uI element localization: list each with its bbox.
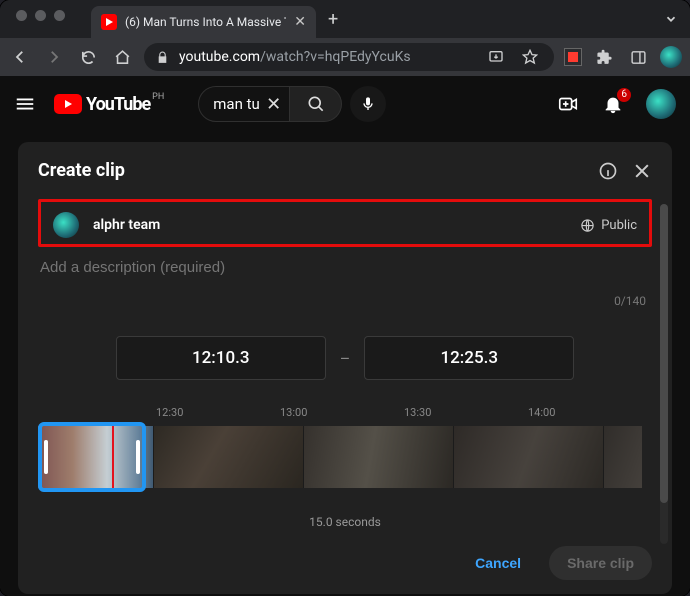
tab-title: (6) Man Turns Into A Massive T — [125, 15, 286, 29]
clip-duration: 15.0 seconds — [38, 515, 652, 529]
search-button[interactable] — [290, 86, 342, 122]
extensions-puzzle-icon[interactable] — [592, 45, 616, 69]
tab-strip: (6) Man Turns Into A Massive T ✕ + — [0, 0, 690, 38]
search-input-value: man tu — [213, 95, 260, 113]
create-clip-panel: Create clip alphr team Public 0/140 — [18, 142, 672, 594]
page-content: YouTube PH man tu ✕ — [0, 76, 690, 596]
clear-search-icon[interactable]: ✕ — [266, 94, 281, 115]
close-tab-icon[interactable]: ✕ — [294, 14, 306, 30]
new-tab-button[interactable]: + — [316, 9, 350, 30]
youtube-logo[interactable]: YouTube PH — [54, 94, 150, 115]
info-icon[interactable] — [598, 161, 618, 181]
scroll-thumb[interactable] — [660, 204, 668, 503]
selection-handle-left[interactable] — [44, 440, 48, 474]
search-container: man tu ✕ — [198, 86, 386, 122]
install-app-icon[interactable] — [484, 45, 508, 69]
masthead-right: 6 — [556, 89, 676, 119]
panel-header: Create clip — [38, 160, 652, 181]
reload-button[interactable] — [76, 45, 100, 69]
extension-adblock-icon[interactable] — [564, 48, 582, 66]
share-clip-button[interactable]: Share clip — [549, 546, 652, 580]
maximize-window-dot[interactable] — [54, 10, 65, 21]
tick-label: 13:30 — [404, 406, 528, 419]
browser-window: (6) Man Turns Into A Massive T ✕ + youtu… — [0, 0, 690, 596]
youtube-play-icon — [54, 94, 82, 114]
visibility-selector[interactable]: Public — [580, 218, 637, 233]
window-controls — [8, 0, 75, 27]
owner-name: alphr team — [93, 217, 160, 233]
char-counter: 0/140 — [38, 294, 652, 308]
browser-toolbar: youtube.com/watch?v=hqPEdyYcuKs — [0, 38, 690, 76]
time-range: 12:10.3 – 12:25.3 — [38, 336, 652, 380]
address-bar[interactable]: youtube.com/watch?v=hqPEdyYcuKs — [144, 43, 554, 71]
start-time-input[interactable]: 12:10.3 — [116, 336, 326, 380]
cancel-button[interactable]: Cancel — [465, 546, 531, 580]
timeline-thumb — [154, 426, 304, 488]
chrome-profile-avatar[interactable] — [660, 46, 682, 68]
timeline-thumb — [604, 426, 642, 488]
forward-button[interactable] — [42, 45, 66, 69]
clip-selection[interactable] — [38, 422, 146, 492]
hamburger-menu-icon[interactable] — [14, 93, 36, 115]
close-window-dot[interactable] — [16, 10, 27, 21]
timeline-thumb — [454, 426, 604, 488]
youtube-wordmark: YouTube — [86, 94, 150, 115]
browser-tab[interactable]: (6) Man Turns Into A Massive T ✕ — [91, 6, 316, 38]
clip-timeline[interactable]: 12:30 13:00 13:30 14:00 15.0 se — [38, 406, 652, 506]
panel-scrollbar[interactable] — [659, 204, 669, 544]
search-input[interactable]: man tu ✕ — [198, 86, 290, 122]
panel-actions: Cancel Share clip — [38, 532, 652, 580]
country-code: PH — [152, 92, 164, 102]
url-text: youtube.com/watch?v=hqPEdyYcuKs — [179, 49, 474, 65]
tabs-menu-chevron-icon[interactable] — [652, 6, 690, 32]
selection-handle-right[interactable] — [136, 440, 140, 474]
tick-label: 13:00 — [280, 406, 404, 419]
globe-icon — [580, 218, 595, 233]
tick-label: 12:30 — [156, 406, 280, 419]
close-panel-icon[interactable] — [632, 161, 652, 181]
back-button[interactable] — [8, 45, 32, 69]
owner-avatar — [53, 212, 79, 238]
account-avatar[interactable] — [646, 89, 676, 119]
visibility-label: Public — [601, 218, 637, 233]
tick-label: 14:00 — [528, 406, 652, 419]
home-button[interactable] — [110, 45, 134, 69]
minimize-window-dot[interactable] — [35, 10, 46, 21]
description-input[interactable] — [38, 255, 652, 280]
create-video-icon[interactable] — [556, 92, 580, 116]
extension-icons — [564, 45, 682, 69]
notifications-icon[interactable]: 6 — [602, 93, 624, 115]
time-range-dash: – — [340, 349, 351, 368]
end-time-input[interactable]: 12:25.3 — [364, 336, 574, 380]
timeline-thumb — [304, 426, 454, 488]
youtube-masthead: YouTube PH man tu ✕ — [0, 76, 690, 132]
side-panel-icon[interactable] — [626, 45, 650, 69]
notifications-badge: 6 — [617, 88, 631, 102]
clip-owner-row: alphr team Public — [38, 199, 652, 247]
voice-search-icon[interactable] — [350, 86, 386, 122]
youtube-favicon — [101, 14, 117, 30]
timeline-ticks: 12:30 13:00 13:30 14:00 — [38, 406, 652, 419]
lock-icon — [156, 51, 169, 64]
panel-title: Create clip — [38, 160, 125, 181]
bookmark-star-icon[interactable] — [518, 45, 542, 69]
